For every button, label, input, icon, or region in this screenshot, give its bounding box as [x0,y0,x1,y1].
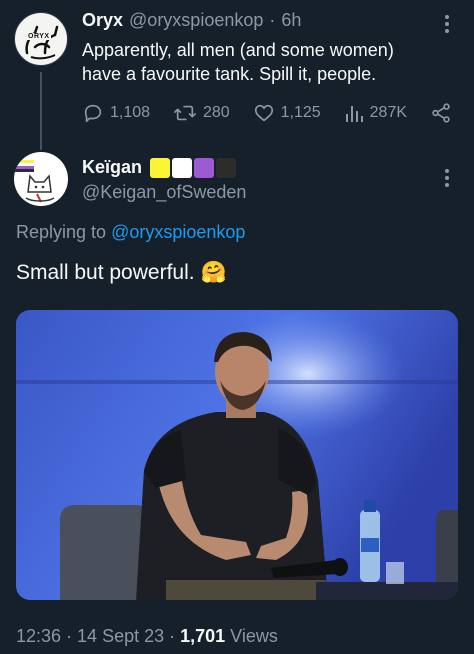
tweet-views-count: 1,701 [180,626,226,646]
retweet-count: 280 [203,104,230,121]
analytics-icon [345,106,363,122]
tweet-text-line-1: Apparently, all men (and some women) [82,40,394,60]
post-time[interactable]: 6h [281,10,301,31]
reply-text-row: Small but powerful. 🤗 [16,259,227,287]
avatar-logo-text: ORYX [27,33,51,40]
share-button[interactable] [430,102,452,124]
reply-author-handle[interactable]: @Keigan_ofSweden [82,182,246,203]
separator-dot: · [269,10,276,30]
flag-swatch-purple [194,157,215,178]
like-count: 1,125 [280,104,321,121]
flag-swatch-yellow [150,157,171,178]
original-tweet-header: Oryx @oryxspioenkop · 6h [82,10,301,31]
reply-icon [84,104,102,123]
hugging-face-emoji: 🤗 [200,261,227,284]
views-button[interactable]: 287K [344,102,407,124]
retweet-icon [174,105,196,121]
replying-to-label: Replying to [16,222,107,242]
reply-author-name[interactable]: Keïgan [82,157,142,178]
flag-swatch-black [216,157,237,178]
keigan-avatar[interactable] [14,152,68,206]
tweet-text-line-2: have a favourite tank. Spill it, people. [82,64,377,84]
oryx-avatar[interactable]: ORYX [14,12,68,66]
author-handle[interactable]: @oryxspioenkop [129,10,263,31]
post-timestamp[interactable]: 12:36 · 14 Sept 23 · [16,626,180,646]
views-count: 287K [369,104,408,121]
replying-to-line: Replying to @oryxspioenkop [16,222,245,243]
action-bar: 1,108 280 1,125 287K [82,102,452,124]
reply-button[interactable]: 1,108 [82,102,150,124]
reply-author-row: Keïgan [82,157,237,178]
reply-more-options-icon[interactable] [444,168,450,193]
replying-to-handle[interactable]: @oryxspioenkop [111,222,245,242]
more-options-icon[interactable] [440,14,454,34]
like-button[interactable]: 1,125 [253,102,321,124]
views-label: Views [230,626,278,646]
reply-text: Small but powerful. [16,261,195,284]
tweet-meta: 12:36 · 14 Sept 23 · 1,701 Views [16,626,278,647]
retweet-button[interactable]: 280 [173,102,230,124]
attached-photo[interactable] [16,310,458,600]
photo-image [16,310,458,600]
cat-avatar-icon [14,160,55,203]
author-name[interactable]: Oryx [82,10,123,31]
heart-icon [254,104,273,122]
share-icon [432,103,450,123]
flag-swatch-white [172,157,193,178]
thread-connector-line [40,72,42,150]
original-tweet-text: Apparently, all men (and some women) hav… [82,38,394,86]
reply-count: 1,108 [110,104,151,121]
